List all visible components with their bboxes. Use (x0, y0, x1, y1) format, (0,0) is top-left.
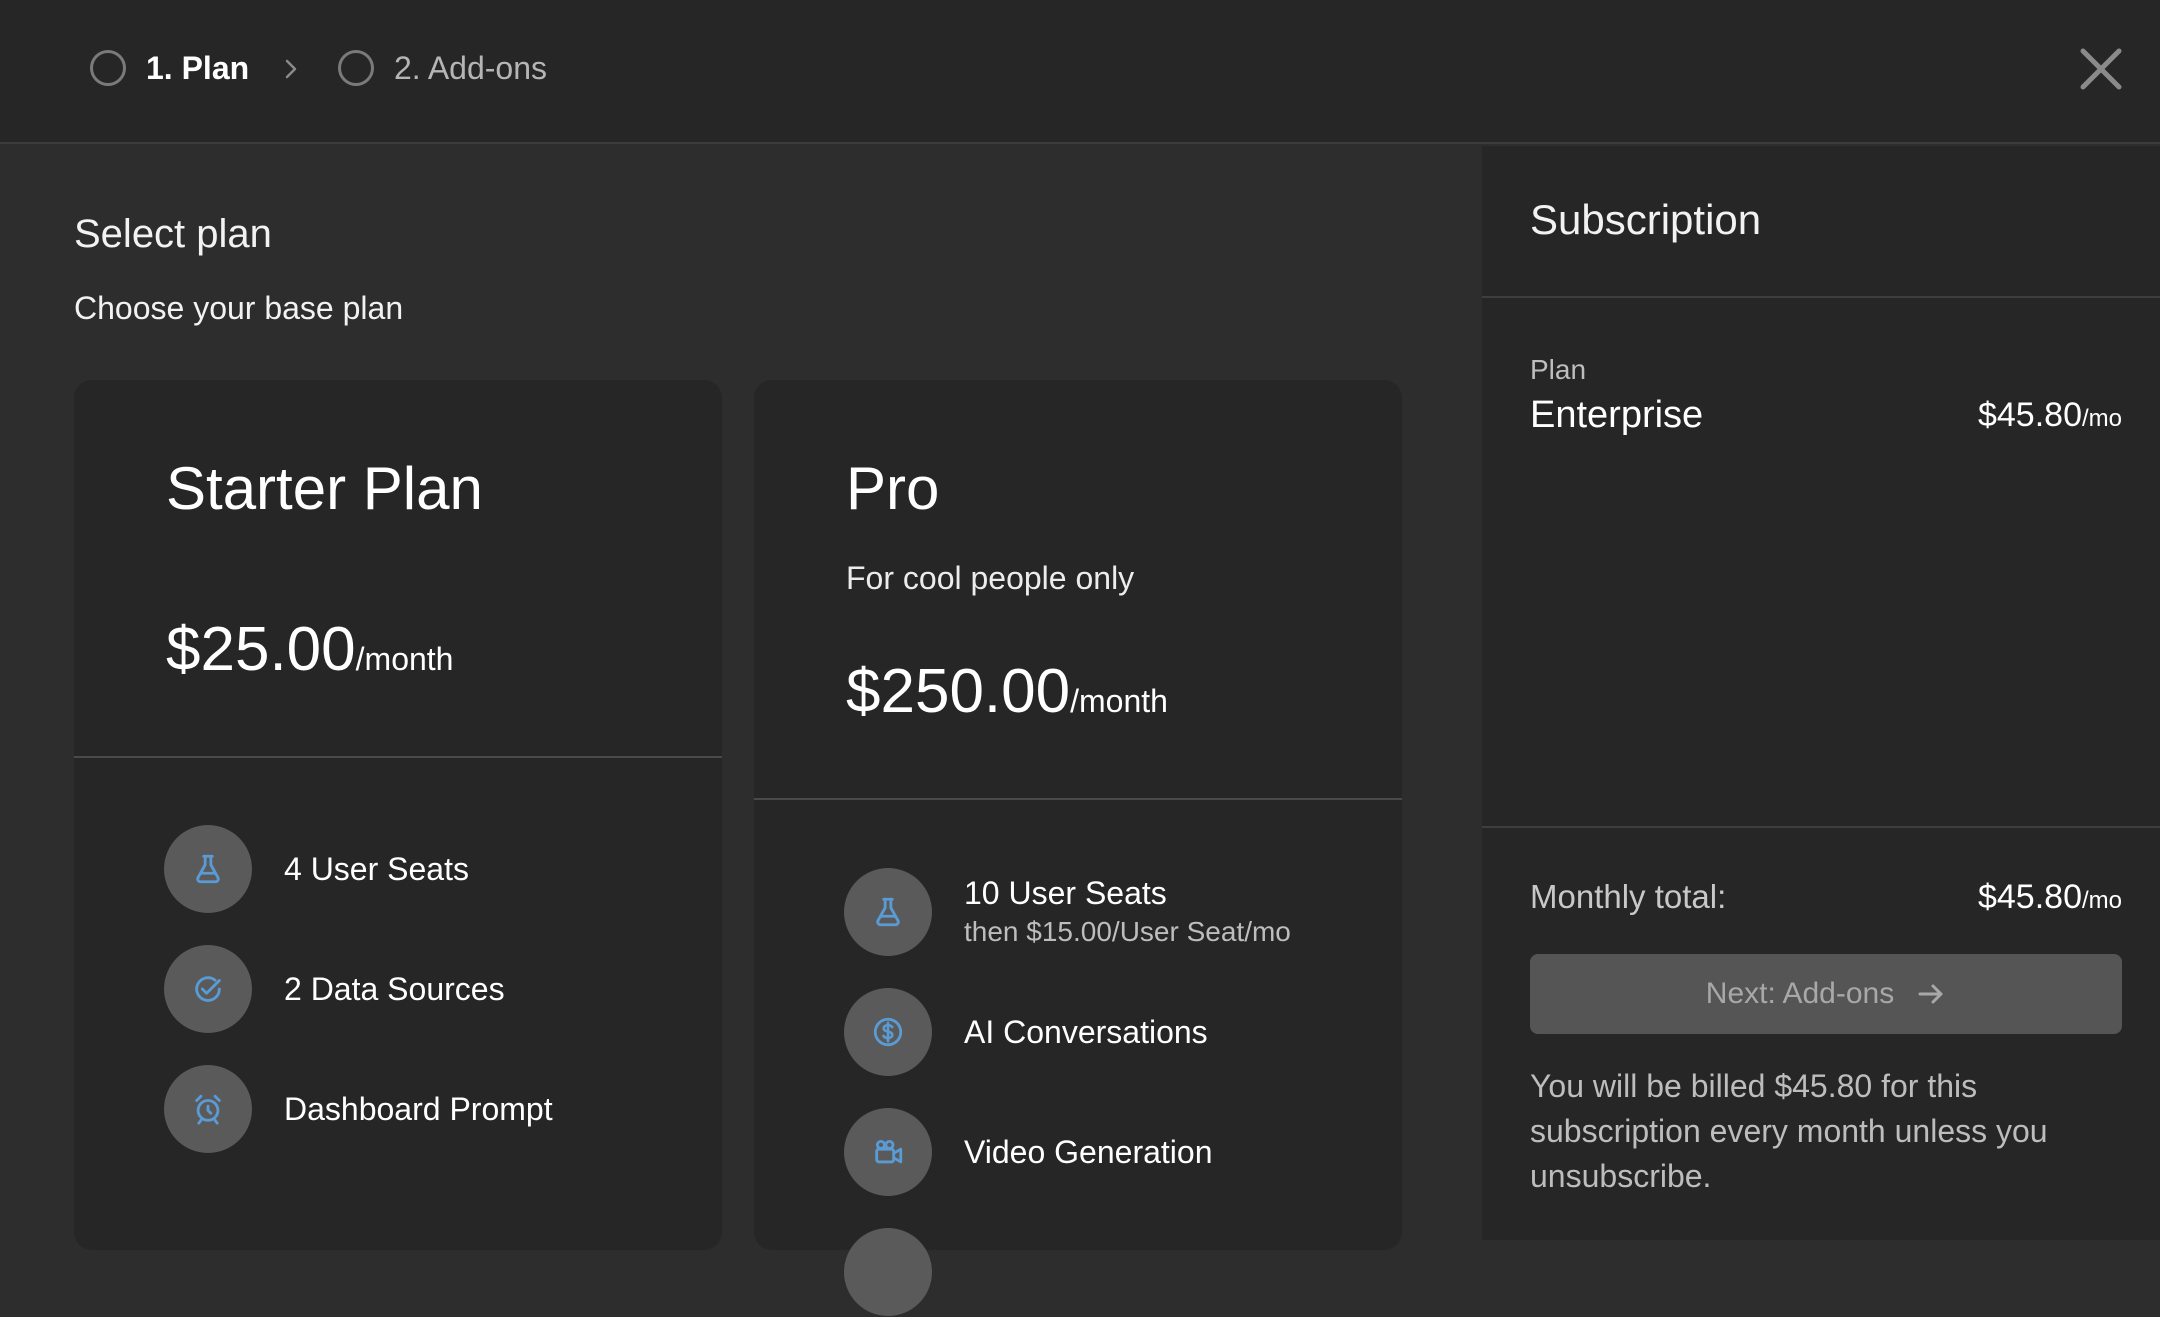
feature-text: AI Conversations (964, 1012, 1208, 1052)
flask-icon (164, 825, 252, 913)
monthly-total-price: $45.80/mo (1978, 878, 2122, 917)
feature-sublabel: then $15.00/User Seat/mo (964, 916, 1291, 947)
wizard-header: 1. Plan 2. Add-ons (0, 0, 2160, 144)
plan-price-amount: $250.00 (846, 657, 1071, 726)
feature-item: Dashboard Prompt (164, 1064, 553, 1154)
step-plan-indicator (90, 50, 126, 86)
feature-label: 4 User Seats (284, 851, 469, 887)
page-title: Select plan (74, 212, 272, 256)
card-divider (74, 756, 722, 758)
step-plan[interactable]: 1. Plan (90, 46, 249, 90)
feature-item: 4 User Seats (164, 824, 469, 914)
feature-text: 2 Data Sources (284, 969, 505, 1009)
feature-text: 10 User Seats then $15.00/User Seat/mo (964, 873, 1291, 951)
dollar-circle-icon (844, 988, 932, 1076)
subscription-panel: Subscription Plan Enterprise $45.80/mo M… (1482, 146, 2160, 1240)
plan-card-starter[interactable]: Starter Plan $25.00/month 4 User Seats 2… (74, 380, 722, 1250)
plan-description: For cool people only (846, 560, 1135, 596)
page-subtitle: Choose your base plan (74, 290, 404, 326)
plan-price-period: /month (1070, 683, 1168, 719)
plan-price-amount: $25.00 (166, 615, 356, 684)
feature-label: 2 Data Sources (284, 971, 505, 1007)
feature-text: Video Generation (964, 1132, 1212, 1172)
selected-plan-price-period: /mo (2081, 405, 2122, 432)
next-add-ons-button[interactable]: Next: Add-ons (1530, 954, 2122, 1034)
step-add-ons-label: 2. Add-ons (394, 49, 547, 86)
monthly-total-amount: $45.80 (1977, 878, 2082, 916)
feature-item: 10 User Seats then $15.00/User Seat/mo (844, 867, 1291, 957)
feature-label: 10 User Seats (964, 875, 1167, 911)
feature-label: Dashboard Prompt (284, 1091, 553, 1127)
selected-plan-price: $45.80/mo (1978, 396, 2122, 435)
selected-plan-name: Enterprise (1530, 394, 1704, 436)
billing-note: You will be billed $45.80 for this subsc… (1530, 1068, 2048, 1194)
step-add-ons-indicator (338, 50, 374, 86)
alarm-clock-icon (164, 1065, 252, 1153)
feature-item (844, 1227, 932, 1317)
close-icon[interactable] (2078, 46, 2124, 92)
plan-price-period: /month (355, 641, 454, 677)
plan-price: $250.00/month (846, 656, 1168, 727)
monthly-total-label: Monthly total: (1530, 878, 1727, 915)
monthly-total-period: /mo (2081, 887, 2122, 914)
feature-item: 2 Data Sources (164, 944, 505, 1034)
plan-price: $25.00/month (166, 614, 453, 685)
step-add-ons[interactable]: 2. Add-ons (338, 46, 547, 90)
card-divider (754, 798, 1402, 800)
check-circle-icon (164, 945, 252, 1033)
plan-name: Pro (846, 455, 940, 522)
feature-icon (844, 1228, 932, 1316)
feature-item: AI Conversations (844, 987, 1208, 1077)
arrow-right-icon (1918, 984, 1943, 1004)
feature-label: AI Conversations (964, 1014, 1208, 1050)
selected-plan-price-amount: $45.80 (1977, 396, 2082, 434)
next-button-label: Next: Add-ons (1705, 977, 1895, 1010)
video-camera-icon (844, 1108, 932, 1196)
subscription-title: Subscription (1530, 196, 1762, 243)
feature-text: 4 User Seats (284, 849, 469, 889)
feature-item: Video Generation (844, 1107, 1212, 1197)
step-plan-label: 1. Plan (146, 49, 250, 86)
plan-name: Starter Plan (166, 455, 483, 522)
panel-divider (1482, 296, 2160, 298)
flask-icon (844, 868, 932, 956)
chevron-right-icon (285, 59, 297, 79)
panel-divider (1482, 826, 2160, 828)
selected-plan-caption: Plan (1530, 354, 1587, 385)
plan-card-pro[interactable]: Pro For cool people only $250.00/month 1… (754, 380, 1402, 1316)
feature-text: Dashboard Prompt (284, 1089, 553, 1129)
feature-label: Video Generation (964, 1134, 1213, 1170)
